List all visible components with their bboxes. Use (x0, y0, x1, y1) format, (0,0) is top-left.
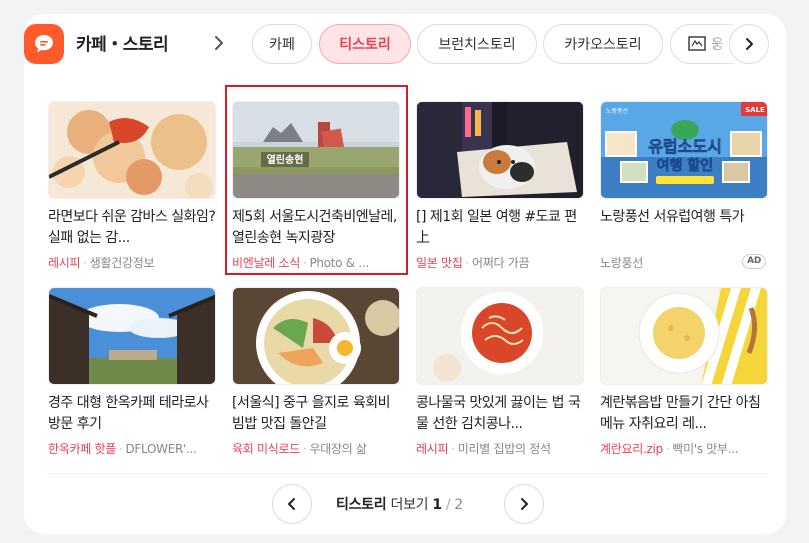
chevron-right-icon[interactable] (210, 30, 228, 56)
item-meta: 레시피 · 생활건강정보 (48, 256, 155, 270)
list-item[interactable]: 콩나물국 맛있게 끓이는 법 국물 선한 김치콩나... 레시피 · 미리별 집밥의… (416, 287, 584, 456)
item-title[interactable]: 콩나물국 맛있게 끓이는 법 국물 선한 김치콩나... (416, 393, 584, 435)
pager-label[interactable]: 티스토리 더보기 1/2 (336, 494, 463, 514)
tab-next-button[interactable] (729, 24, 769, 64)
tab-brunch-story[interactable]: 브런치스토리 (417, 24, 537, 64)
item-meta: 일본 맛집 · 어쩌다 가끔 (416, 256, 530, 270)
story-card (24, 14, 786, 534)
item-category[interactable]: 비엔날레 소식 (232, 256, 300, 270)
item-title[interactable]: 노랑풍선 서유럽여행 특가 (600, 207, 768, 249)
list-item[interactable]: 유럽소도시 여행 할인 SALE 노랑풍선 노랑풍선 서유럽여행 특가 노랑풍선… (600, 101, 768, 270)
item-category[interactable]: 육회 미식로드 (232, 442, 300, 456)
ad-brand: 노랑풍선 (606, 107, 628, 115)
list-item[interactable]: 경주 대형 한옥카페 테라로사 방문 후기 한옥카페 핫플 · DFLOWER'..… (48, 287, 216, 456)
thumbnail-europe-ad[interactable]: 유럽소도시 여행 할인 SALE 노랑풍선 (600, 101, 768, 199)
item-source[interactable]: 빡미's 맛부... (672, 442, 738, 456)
item-meta: 노랑풍선 AD (600, 254, 768, 270)
tab-kakao-story-label: 카카오스토리 (564, 37, 642, 53)
thumbnail-gambas[interactable] (48, 101, 216, 199)
pager-service: 티스토리 (336, 497, 387, 513)
section-header: 카페・스토리 카페 티스토리 브런치스토리 카카오스토리 웅 (24, 24, 769, 64)
pager-total: 2 (454, 497, 463, 513)
chevron-right-icon (521, 498, 528, 510)
item-category[interactable]: 레시피 (48, 256, 81, 270)
list-item[interactable]: 라면보다 쉬운 감바스 실화임? 실패 없는 감... 레시피 · 생활건강정보 (48, 101, 216, 270)
list-item[interactable]: [] 제1회 일본 여행 #도쿄 편 上 일본 맛집 · 어쩌다 가끔 (416, 101, 584, 270)
item-title[interactable]: 라면보다 쉬운 감바스 실화임? 실패 없는 감... (48, 207, 216, 249)
chevron-right-icon (746, 38, 753, 50)
item-meta: 한옥카페 핫플 · DFLOWER'... (48, 442, 197, 456)
thumbnail-tokyo[interactable] (416, 101, 584, 199)
thumbnail-bibimbap[interactable] (232, 287, 400, 385)
list-item[interactable]: 계란볶음밥 만들기 간단 아침메뉴 자취요리 레... 계란요리.zip · 빡미'… (600, 287, 768, 456)
item-source[interactable]: DFLOWER'... (125, 442, 196, 456)
item-source[interactable]: 어쩌다 가끔 (472, 256, 530, 270)
item-meta: 비엔날레 소식 · Photo & ... (232, 256, 369, 270)
section-title[interactable]: 카페・스토리 (76, 30, 169, 55)
thumbnail-hanok-cafe[interactable] (48, 287, 216, 385)
list-item[interactable]: 열린송현 제5회 서울도시건축비엔날레, 열린송현 녹지광장 비엔날레 소식 · P… (232, 101, 400, 270)
ad-headline-1: 유럽소도시 (648, 137, 722, 156)
next-page-button[interactable] (504, 484, 544, 524)
thumbnail-bean-sprout-soup[interactable] (416, 287, 584, 385)
sale-badge: SALE (745, 106, 765, 114)
item-source[interactable]: 노랑풍선 (600, 256, 643, 270)
tab-cafe[interactable]: 카페 (252, 24, 312, 64)
item-category[interactable]: 한옥카페 핫플 (48, 442, 116, 456)
item-category[interactable]: 레시피 (416, 442, 449, 456)
pager-current: 1 (432, 497, 442, 513)
item-source[interactable]: 미리별 집밥의 정석 (458, 442, 551, 456)
item-source[interactable]: Photo & ... (309, 256, 369, 270)
item-category[interactable]: 일본 맛집 (416, 256, 463, 270)
item-title[interactable]: 계란볶음밥 만들기 간단 아침메뉴 자취요리 레... (600, 393, 768, 435)
tab-kakao-story[interactable]: 카카오스토리 (543, 24, 663, 64)
tab-bar: 카페 티스토리 브런치스토리 카카오스토리 웅 (252, 24, 734, 64)
item-title[interactable]: 제5회 서울도시건축비엔날레, 열린송현 녹지광장 (232, 207, 400, 249)
chevron-left-icon (288, 498, 295, 510)
pagination: 티스토리 더보기 1/2 (272, 484, 544, 524)
document-icon (688, 36, 706, 51)
tab-more[interactable]: 웅 (670, 24, 734, 64)
thumbnail-songhyeon[interactable]: 열린송현 (232, 101, 400, 199)
tab-tistory[interactable]: 티스토리 (319, 24, 411, 64)
ad-badge: AD (742, 254, 766, 269)
ad-headline-2: 여행 할인 (657, 157, 713, 174)
item-source[interactable]: 생활건강정보 (90, 256, 155, 270)
item-source[interactable]: 우대장의 삶 (309, 442, 367, 456)
item-meta: 육회 미식로드 · 우대장의 삶 (232, 442, 367, 456)
item-meta: 레시피 · 미리별 집밥의 정석 (416, 442, 551, 456)
item-category[interactable]: 계란요리.zip (600, 442, 663, 456)
item-meta: 계란요리.zip · 빡미's 맛부... (600, 442, 739, 456)
divider (48, 473, 768, 474)
tab-more-label: 웅 (711, 37, 724, 53)
pager-more: 더보기 (390, 497, 429, 513)
item-title[interactable]: [] 제1회 일본 여행 #도쿄 편 上 (416, 207, 584, 249)
sign-text: 열린송현 (267, 153, 304, 166)
list-item[interactable]: [서울식] 중구 을지로 육회비빔밥 맛집 돌안길 육회 미식로드 · 우대장의 삶 (232, 287, 400, 456)
item-title[interactable]: 경주 대형 한옥카페 테라로사 방문 후기 (48, 393, 216, 435)
item-title[interactable]: [서울식] 중구 을지로 육회비빔밥 맛집 돌안길 (232, 393, 400, 435)
chat-bubble-icon[interactable] (24, 24, 64, 64)
thumbnail-egg-fried-rice[interactable] (600, 287, 768, 385)
prev-page-button[interactable] (272, 484, 312, 524)
